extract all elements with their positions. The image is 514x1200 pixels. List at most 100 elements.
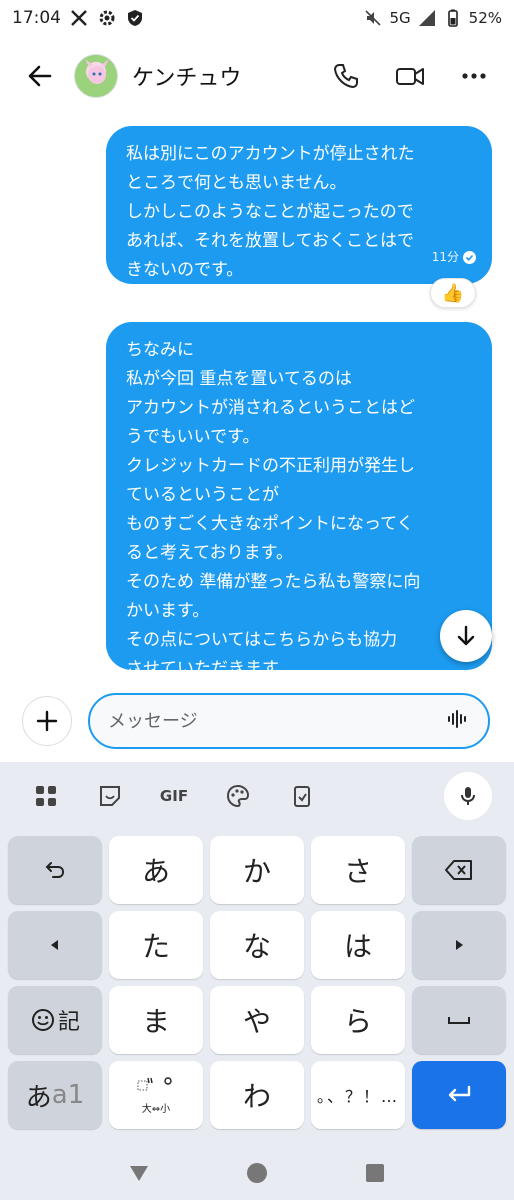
- smiley-icon: [31, 1009, 54, 1031]
- message-line: ると考えております。: [126, 543, 293, 563]
- network-type: 5G: [389, 9, 411, 27]
- status-time: 17:04: [12, 8, 61, 28]
- avatar-image: [85, 59, 109, 84]
- arrow-down-icon: [457, 625, 475, 646]
- key-ka[interactable]: か: [210, 836, 304, 904]
- key-ma[interactable]: ま: [109, 986, 203, 1054]
- key-ta[interactable]: た: [109, 911, 203, 979]
- mode-kana-label: あ: [25, 1082, 52, 1113]
- message-line: させていただきます。: [126, 659, 295, 679]
- input-mode-key[interactable]: あ a1: [8, 1061, 102, 1129]
- message-line: ているということが: [126, 485, 279, 505]
- nav-home-button[interactable]: [237, 1153, 277, 1193]
- battery-icon: [443, 8, 463, 28]
- key-ha[interactable]: は: [311, 911, 405, 979]
- add-attachment-button[interactable]: [22, 696, 72, 746]
- enter-arrow-icon: [448, 1085, 471, 1102]
- theme-palette-button[interactable]: [206, 768, 270, 824]
- message-line: 私は別にこのアカウントが停止された: [126, 144, 415, 164]
- emoji-key-label: 記: [57, 1010, 80, 1035]
- message-line: ものすごく大きなポイントになってく: [126, 514, 414, 534]
- nav-home-circle-icon: [247, 1163, 267, 1183]
- undo-icon: [45, 862, 65, 878]
- nav-back-button[interactable]: [119, 1153, 159, 1193]
- key-wa[interactable]: わ: [210, 1061, 304, 1129]
- undo-key[interactable]: [8, 836, 102, 904]
- message-line: アカウントが消されるということはど: [126, 398, 415, 418]
- voice-input-button[interactable]: [436, 768, 500, 824]
- key-ya[interactable]: や: [210, 986, 304, 1054]
- triangle-left-icon: [51, 940, 58, 950]
- space-key[interactable]: [412, 986, 506, 1054]
- message-line: かいます。: [126, 601, 210, 621]
- avatar[interactable]: [74, 54, 118, 98]
- nav-back-triangle-icon: [130, 1166, 148, 1181]
- voice-waveform-icon[interactable]: [446, 707, 470, 735]
- message-line: そのため 準備が整ったら私も警察に向: [126, 572, 421, 592]
- keyboard-toolbar: GIF: [0, 762, 514, 830]
- chat-header: ケンチュウ: [0, 40, 514, 112]
- dakuten-glyph: [134, 1075, 178, 1100]
- message-line: あれば、それを放置しておくことはで: [126, 231, 414, 251]
- sticker-icon: [100, 786, 120, 806]
- grid-icon: [36, 786, 56, 806]
- message-input-wrapper[interactable]: [88, 693, 490, 749]
- palette-icon: [226, 784, 250, 808]
- key-sa[interactable]: さ: [311, 836, 405, 904]
- back-arrow-icon: [28, 65, 52, 87]
- clipboard-icon: [294, 786, 310, 807]
- shield-check-icon: [125, 8, 145, 28]
- sticker-button[interactable]: [78, 768, 142, 824]
- punctuation-label: 。、？！…: [316, 1087, 399, 1106]
- message-line: きないのです。: [126, 260, 244, 280]
- message-line: その点についてはこちらからも協力: [126, 630, 398, 650]
- message-line: しかしこのようなことが起こったので: [126, 202, 414, 222]
- gif-button[interactable]: GIF: [142, 768, 206, 824]
- reaction-badge[interactable]: 👍: [430, 278, 476, 308]
- x-app-icon: [69, 8, 89, 28]
- conversation-area[interactable]: 私は別にこのアカウントが停止された ところで何とも思いません。 しかしこのような…: [0, 112, 514, 690]
- apps-grid-button[interactable]: [14, 768, 78, 824]
- clipboard-button[interactable]: [270, 768, 334, 824]
- message-time: 11分: [431, 250, 459, 264]
- key-ra[interactable]: ら: [311, 986, 405, 1054]
- message-line: うでもいいです。: [126, 427, 260, 447]
- dakuten-size-label: 大⇔小: [141, 1104, 171, 1115]
- dakuten-key[interactable]: 大⇔小: [109, 1061, 203, 1129]
- message-line: 私が今回 重点を置いてるのは: [126, 369, 352, 389]
- video-camera-icon: [396, 68, 424, 85]
- enter-key[interactable]: [412, 1061, 506, 1129]
- more-dots-icon: [462, 73, 486, 79]
- video-call-button[interactable]: [388, 54, 432, 98]
- message-timestamp: 11分: [432, 243, 476, 272]
- status-bar: 17:04 5G 52%: [0, 0, 514, 36]
- settings-gear-icon: [97, 8, 117, 28]
- punctuation-key[interactable]: 。、？！…: [311, 1061, 405, 1129]
- nav-recents-button[interactable]: [355, 1153, 395, 1193]
- key-na[interactable]: な: [210, 911, 304, 979]
- contact-name[interactable]: ケンチュウ: [132, 60, 241, 92]
- message-bubble[interactable]: 私は別にこのアカウントが停止された ところで何とも思いません。 しかしこのような…: [106, 126, 492, 284]
- cursor-left-key[interactable]: [8, 911, 102, 979]
- mute-icon: [363, 8, 383, 28]
- back-button[interactable]: [10, 46, 70, 106]
- backspace-key[interactable]: [412, 836, 506, 904]
- plus-icon: [36, 710, 58, 732]
- voice-call-button[interactable]: [324, 54, 368, 98]
- read-check-icon: [463, 251, 476, 264]
- emoji-symbol-key[interactable]: 記: [8, 986, 102, 1054]
- key-a[interactable]: あ: [109, 836, 203, 904]
- keyboard: GIF あ か さ た な は 記 ま や ら あ a1 大⇔小 わ 。、？！…: [0, 762, 514, 1146]
- nav-recents-square-icon: [366, 1164, 384, 1182]
- message-line: クレジットカードの不正利用が発生し: [126, 456, 415, 476]
- message-input[interactable]: [108, 710, 446, 732]
- message-composer: [0, 690, 514, 752]
- message-bubble[interactable]: ちなみに 私が今回 重点を置いてるのは アカウントが消されるということはど うで…: [106, 322, 492, 679]
- message-line: ところで何とも思いません。: [126, 173, 347, 193]
- scroll-to-bottom-button[interactable]: [440, 610, 492, 662]
- more-options-button[interactable]: [452, 54, 496, 98]
- cursor-right-key[interactable]: [412, 911, 506, 979]
- thumbs-up-icon: 👍: [441, 282, 465, 304]
- space-icon: [448, 1017, 470, 1024]
- signal-icon: [417, 8, 437, 28]
